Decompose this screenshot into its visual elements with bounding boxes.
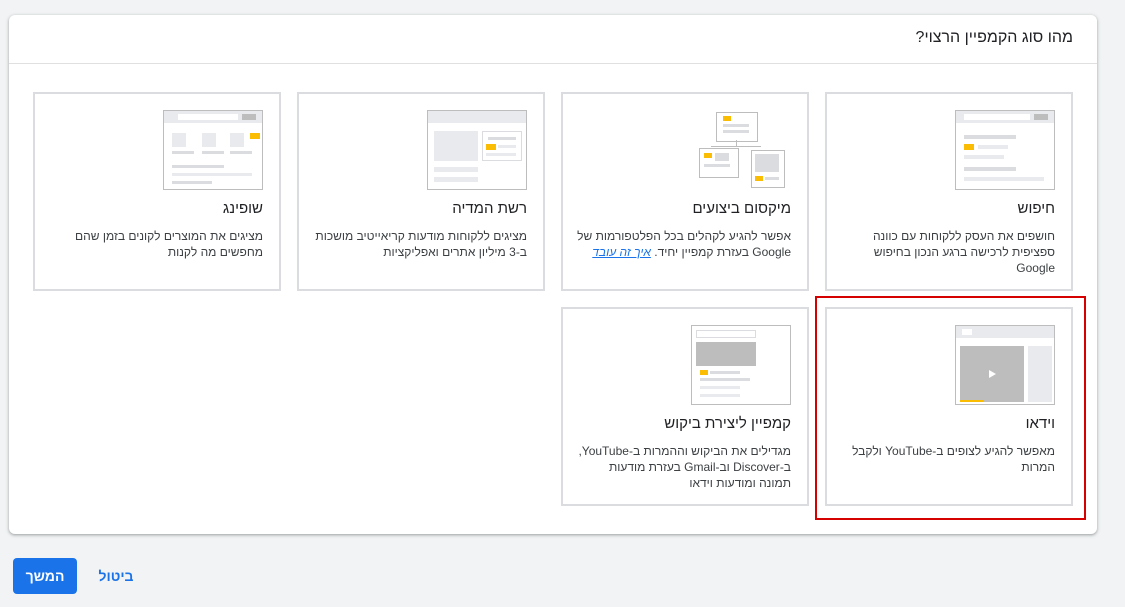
cancel-button[interactable]: ביטול bbox=[90, 558, 142, 594]
card-title: רשת המדיה bbox=[452, 200, 527, 217]
performance-max-illustration bbox=[691, 110, 791, 190]
campaign-card-demand-gen[interactable]: קמפיין ליצירת ביקוש מגדילים את הביקוש וה… bbox=[561, 307, 809, 506]
card-description: אפשר להגיע לקהלים בכל הפלטפורמות של Goog… bbox=[577, 228, 791, 260]
panel-header: מהו סוג הקמפיין הרצוי? bbox=[9, 15, 1097, 64]
campaign-card-shopping[interactable]: שופינג מציגים את המוצרים לקונים בזמן שהם… bbox=[33, 92, 281, 291]
card-description: מציגים ללקוחות מודעות קריאייטיב מושכות ב… bbox=[315, 229, 527, 259]
display-illustration bbox=[427, 110, 527, 190]
learn-more-link[interactable]: איך זה עובד bbox=[592, 245, 651, 259]
card-title: קמפיין ליצירת ביקוש bbox=[664, 415, 791, 432]
card-description: מגדילים את הביקוש וההמרות ב-YouTube, ב-D… bbox=[578, 444, 791, 490]
continue-button[interactable]: המשך bbox=[13, 558, 77, 594]
campaign-card-performance-max[interactable]: מיקסום ביצועים אפשר להגיע לקהלים בכל הפל… bbox=[561, 92, 809, 291]
card-title: חיפוש bbox=[1017, 200, 1055, 217]
search-icon bbox=[242, 114, 256, 120]
shopping-illustration bbox=[163, 110, 263, 190]
campaign-card-video[interactable]: וידאו מאפשר להגיע לצופים ב-YouTube ולקבל… bbox=[825, 307, 1073, 506]
card-description: מאפשר להגיע לצופים ב-YouTube ולקבל המרות bbox=[852, 444, 1055, 474]
card-description: מציגים את המוצרים לקונים בזמן שהם מחפשים… bbox=[75, 229, 263, 259]
card-title: מיקסום ביצועים bbox=[692, 200, 791, 217]
campaign-card-display[interactable]: רשת המדיה מציגים ללקוחות מודעות קריאייטי… bbox=[297, 92, 545, 291]
demand-gen-illustration bbox=[691, 325, 791, 405]
card-title: וידאו bbox=[1025, 415, 1055, 432]
video-illustration bbox=[955, 325, 1055, 405]
campaign-card-search[interactable]: חיפוש חושפים את העסק ללקוחות עם כוונה ספ… bbox=[825, 92, 1073, 291]
panel-title: מהו סוג הקמפיין הרצוי? bbox=[915, 29, 1073, 46]
search-icon bbox=[1034, 114, 1048, 120]
search-illustration bbox=[955, 110, 1055, 190]
play-icon bbox=[989, 370, 996, 378]
card-description: חושפים את העסק ללקוחות עם כוונה ספציפית … bbox=[872, 229, 1055, 275]
card-title: שופינג bbox=[222, 200, 263, 217]
